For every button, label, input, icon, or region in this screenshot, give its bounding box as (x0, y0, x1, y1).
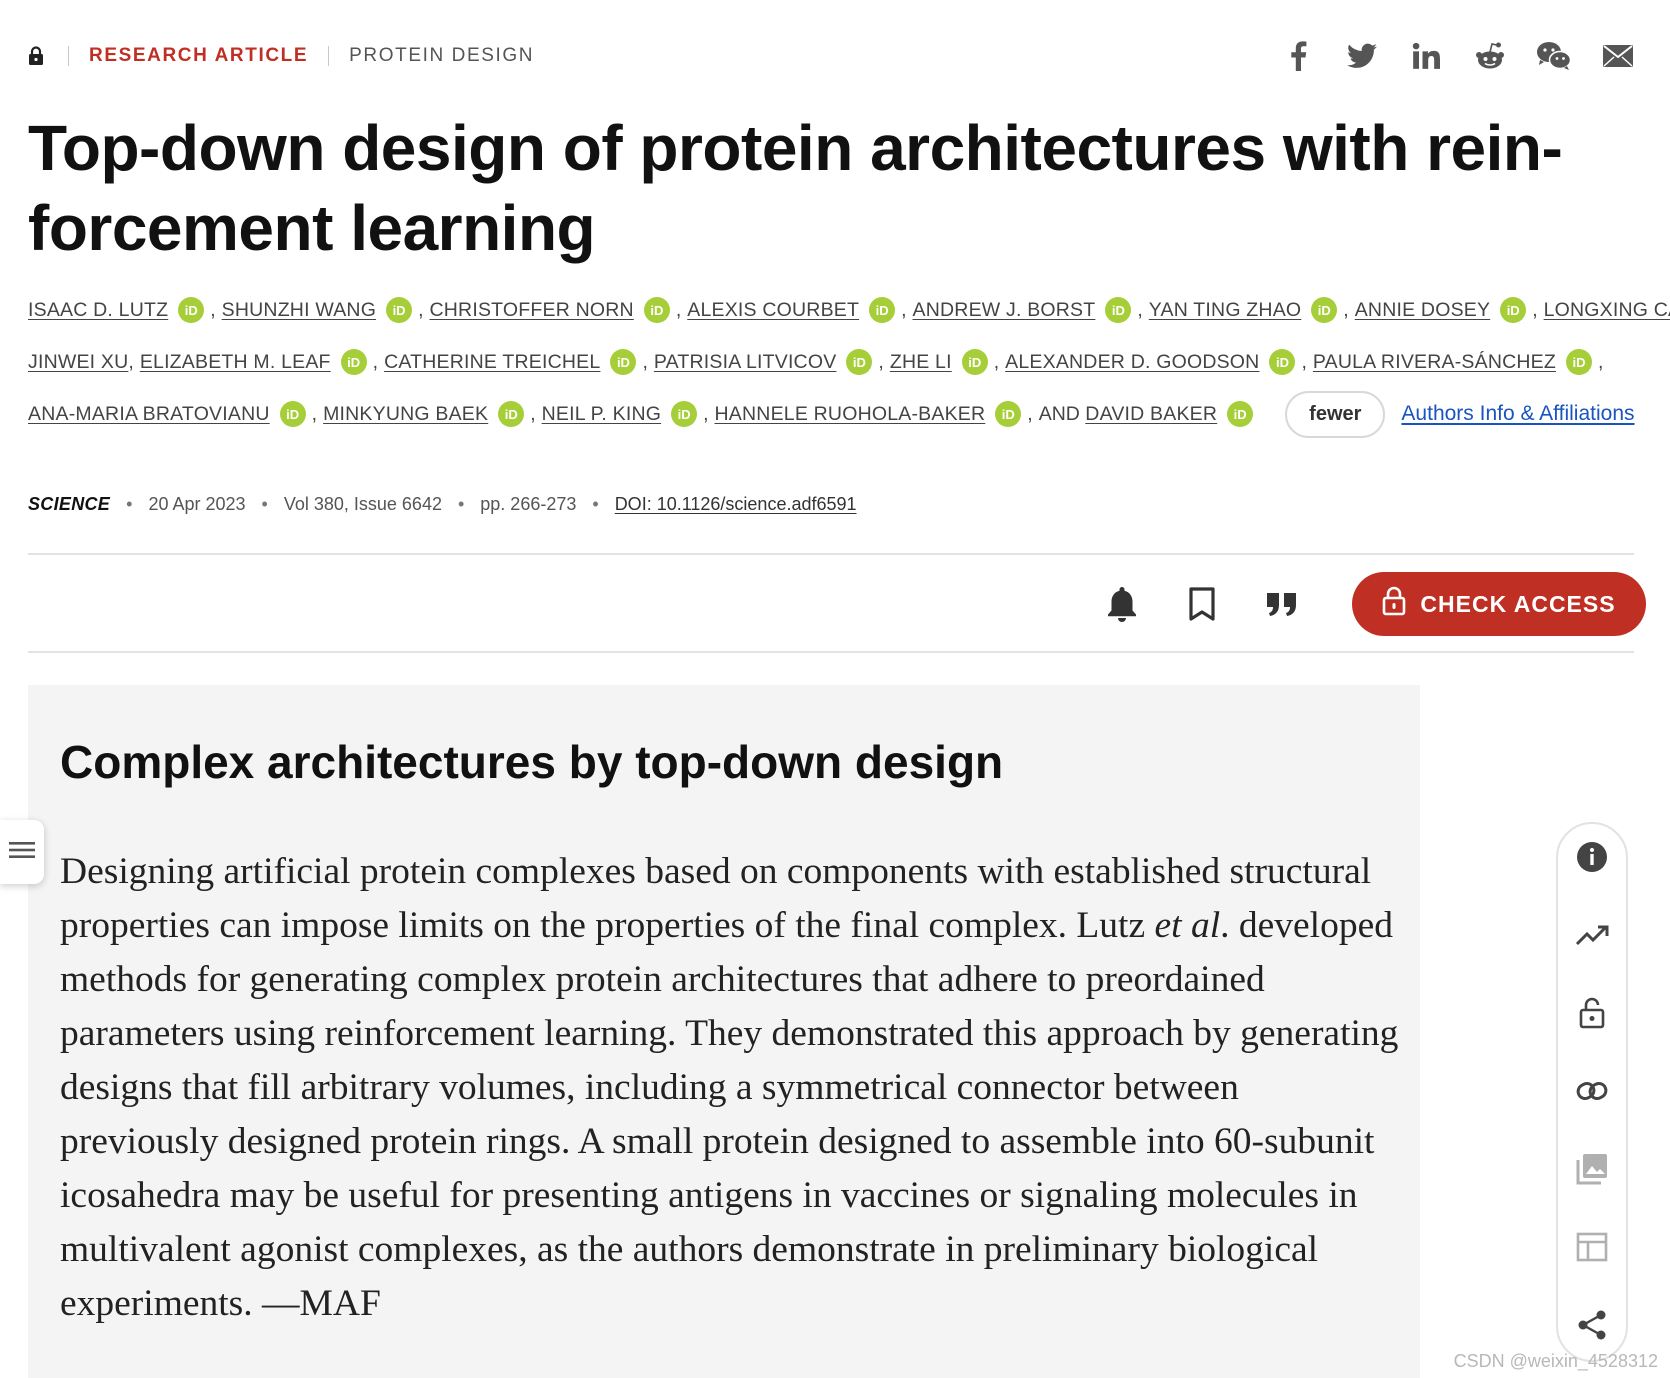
article-header-bar: RESEARCH ARTICLE PROTEIN DESIGN (28, 38, 1638, 74)
orcid-icon[interactable]: iD (671, 401, 698, 427)
orcid-icon[interactable]: iD (279, 401, 306, 427)
orcid-icon[interactable]: iD (340, 349, 367, 375)
table-icon[interactable] (1571, 1226, 1613, 1268)
unlock-icon[interactable] (1571, 992, 1613, 1034)
author-link[interactable]: PATRISIA LITVICOV (654, 351, 837, 374)
summary-heading: Complex architectures by top-down design (60, 736, 1004, 788)
journal-name[interactable]: SCIENCE (28, 494, 110, 515)
summary-text: Designing artificial protein complexes b… (60, 851, 1399, 1324)
bell-icon[interactable] (1100, 582, 1144, 626)
watermark: CSDN @weixin_4528312 (1453, 1351, 1658, 1371)
author-conjunction: AND (1038, 402, 1086, 425)
author-link[interactable]: YAN TING ZHAO (1149, 299, 1301, 322)
author-link[interactable]: LONGXING CAO (1544, 299, 1670, 322)
quote-icon[interactable] (1260, 582, 1304, 626)
orcid-icon[interactable]: iD (178, 297, 205, 323)
author-line: ANA-MARIA BRATOVIANU iD, MINKYUNG BAEK iD,… (28, 388, 1638, 440)
divider (68, 46, 69, 66)
orcid-icon[interactable]: iD (1105, 297, 1132, 323)
orcid-icon[interactable]: iD (869, 297, 896, 323)
author-link[interactable]: ANNIE DOSEY (1355, 299, 1490, 322)
table-of-contents-toggle[interactable] (0, 820, 44, 884)
authors-info-affiliations-link[interactable]: Authors Info & Affiliations (1401, 402, 1634, 426)
article-title-line-2: forcement learning (28, 192, 596, 264)
check-access-label: CHECK ACCESS (1420, 590, 1616, 617)
author-link[interactable]: ANA-MARIA BRATOVIANU (28, 403, 270, 426)
article-title: Top-down design of protein architectures… (28, 108, 1588, 268)
author-link[interactable]: PAULA RIVERA-SÁNCHEZ (1313, 351, 1556, 374)
publication-meta: SCIENCE • 20 Apr 2023 • Vol 380, Issue 6… (28, 494, 857, 515)
author-link[interactable]: DAVID BAKER (1085, 403, 1217, 426)
subject-label[interactable]: PROTEIN DESIGN (349, 45, 534, 67)
check-access-button[interactable]: CHECK ACCESS (1352, 572, 1646, 636)
orcid-icon[interactable]: iD (961, 349, 988, 375)
author-link[interactable]: CHRISTOFFER NORN (429, 299, 633, 322)
linkedin-icon[interactable] (1406, 38, 1446, 74)
info-icon[interactable] (1571, 836, 1613, 878)
orcid-icon[interactable]: iD (498, 401, 525, 427)
orcid-icon[interactable]: iD (1227, 401, 1254, 427)
reddit-icon[interactable] (1470, 38, 1510, 74)
orcid-icon[interactable]: iD (643, 297, 670, 323)
author-link[interactable]: NEIL P. KING (542, 403, 661, 426)
author-link[interactable]: CATHERINE TREICHEL (384, 351, 600, 374)
author-link[interactable]: ISAAC D. LUTZ (28, 299, 168, 322)
author-link[interactable]: JINWEI XU (28, 351, 128, 374)
editors-summary: Complex architectures by top-down design… (28, 685, 1420, 1378)
orcid-icon[interactable]: iD (1269, 349, 1296, 375)
orcid-icon[interactable]: iD (995, 401, 1022, 427)
menu-icon (9, 840, 35, 865)
email-icon[interactable] (1598, 38, 1638, 74)
facebook-icon[interactable] (1278, 38, 1318, 74)
divider (328, 46, 330, 66)
orcid-icon[interactable]: iD (846, 349, 873, 375)
author-link[interactable]: ALEXIS COURBET (687, 299, 859, 322)
author-line: ISAAC D. LUTZ iD, SHUNZHI WANG iD, CHRISTO… (28, 284, 1670, 336)
article-title-line-1: Top-down design of protein architectures… (28, 112, 1563, 184)
lock-icon (28, 44, 48, 68)
orcid-icon[interactable]: iD (1311, 297, 1338, 323)
author-link[interactable]: MINKYUNG BAEK (323, 403, 488, 426)
fewer-authors-button[interactable]: fewer (1285, 390, 1386, 438)
twitter-icon[interactable] (1342, 38, 1382, 74)
author-link[interactable]: ANDREW J. BORST (913, 299, 1096, 322)
orcid-icon[interactable]: iD (1566, 349, 1593, 375)
divider (28, 651, 1634, 653)
divider (28, 553, 1634, 555)
images-icon[interactable] (1571, 1148, 1613, 1190)
author-link[interactable]: HANNELE RUOHOLA-BAKER (715, 403, 986, 426)
page-range: pp. 266-273 (480, 494, 577, 514)
share-icon[interactable] (1571, 1304, 1613, 1346)
share-bar (1278, 38, 1638, 74)
wechat-icon[interactable] (1534, 38, 1574, 74)
trending-icon[interactable] (1571, 914, 1613, 956)
doi-link[interactable]: DOI: 10.1126/science.adf6591 (615, 494, 857, 515)
orcid-icon[interactable]: iD (610, 349, 637, 375)
author-link[interactable]: SHUNZHI WANG (222, 299, 376, 322)
author-link[interactable]: ZHE LI (890, 351, 952, 374)
author-list: ISAAC D. LUTZ iD, SHUNZHI WANG iD, CHRISTO… (28, 297, 1670, 440)
article-tools: CHECK ACCESS (1100, 572, 1646, 636)
orcid-icon[interactable]: iD (1500, 297, 1527, 323)
author-link[interactable]: ELIZABETH M. LEAF (140, 351, 331, 374)
orcid-icon[interactable]: iD (386, 297, 413, 323)
author-link[interactable]: ALEXANDER D. GOODSON (1005, 351, 1259, 374)
lock-open-icon (1382, 586, 1406, 622)
link-icon[interactable] (1571, 1070, 1613, 1112)
bookmark-icon[interactable] (1180, 582, 1224, 626)
article-type-label: RESEARCH ARTICLE (89, 45, 309, 66)
author-line: JINWEI XU, ELIZABETH M. LEAF iD, CATHERIN… (28, 336, 1638, 388)
article-sidebar-nav (1556, 822, 1628, 1362)
volume-issue[interactable]: Vol 380, Issue 6642 (284, 494, 442, 515)
publication-date: 20 Apr 2023 (148, 494, 246, 514)
